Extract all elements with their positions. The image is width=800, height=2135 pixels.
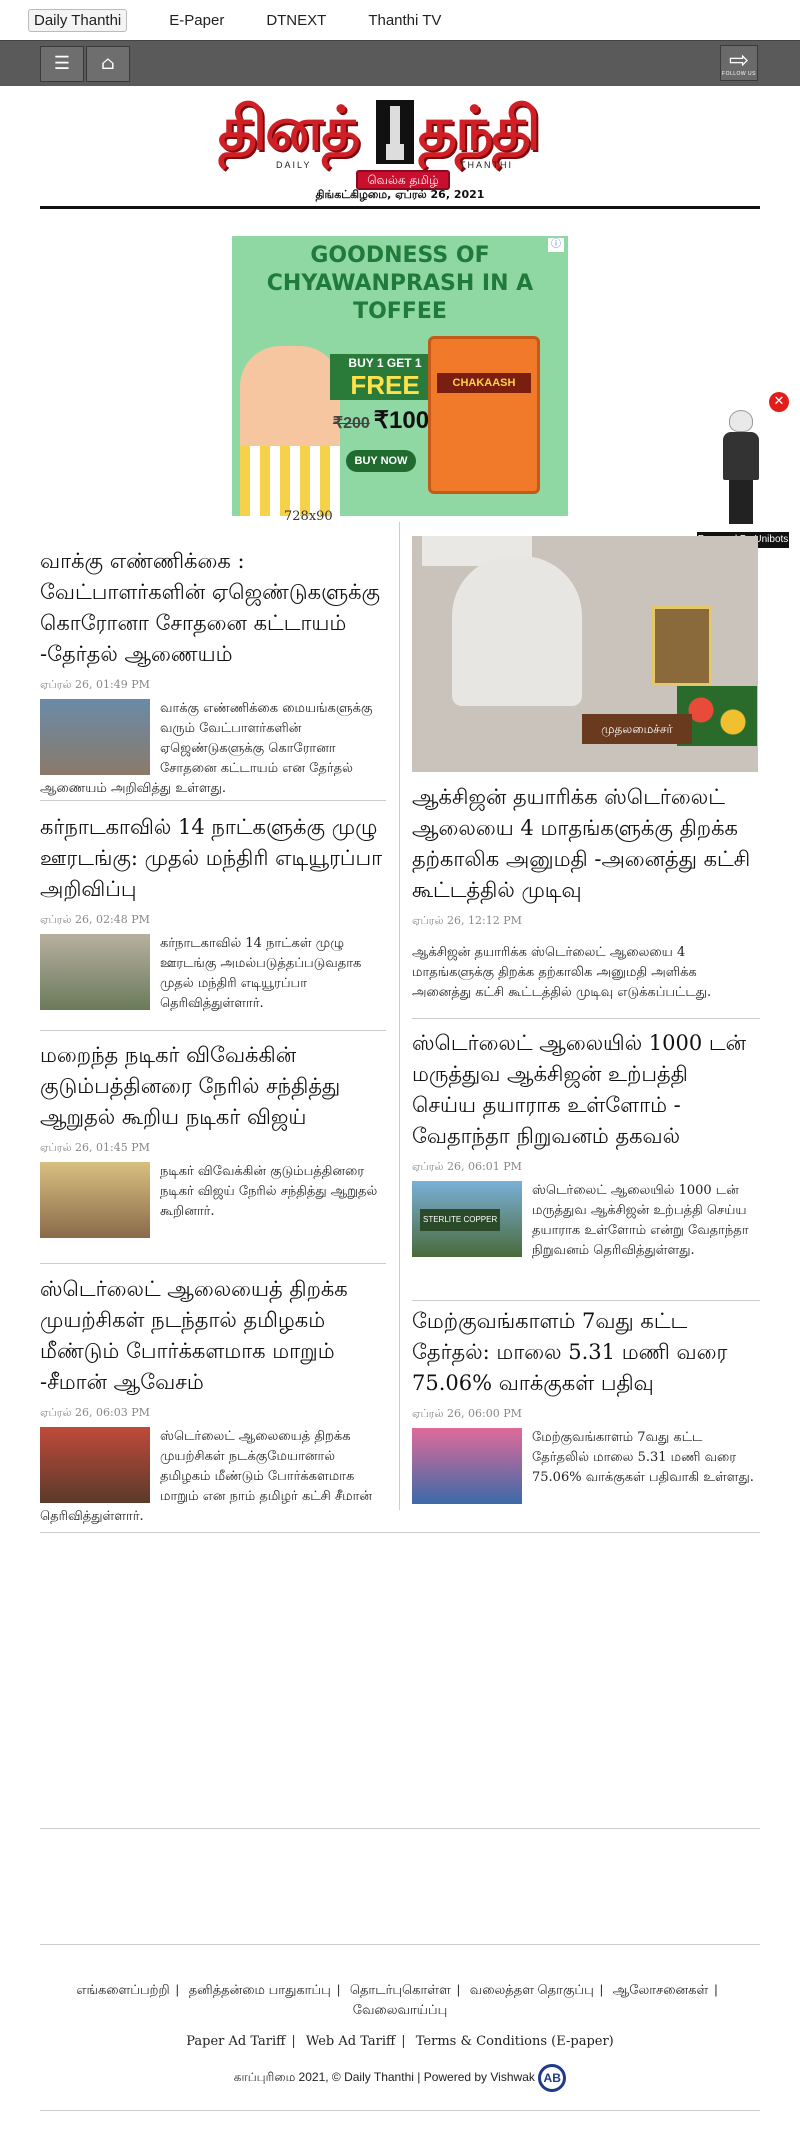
footer-tariff-links: Paper Ad Tariff | Web Ad Tariff | Terms & …	[186, 2034, 614, 2049]
logo-daily: DAILY	[276, 160, 312, 170]
article-snippet: மேற்குவங்காளம் 7வது கட்ட தேர்தலில் மாலை …	[532, 1430, 754, 1485]
article-title[interactable]: ஆக்சிஜன் தயாரிக்க ஸ்டெர்லைட் ஆலையை 4 மாத…	[412, 782, 758, 906]
mascot-image	[721, 410, 761, 528]
home-button[interactable]: ⌂	[86, 45, 130, 82]
logo-text-right: தந்தி	[418, 94, 541, 164]
footer-link-suggestions[interactable]: ஆலோசனைகள்	[613, 1982, 708, 1997]
article-thumbnail[interactable]	[412, 1428, 522, 1504]
article-time: ஏப்ரல் 26, 06:00 PM	[412, 1407, 522, 1420]
section-divider	[40, 1532, 760, 1533]
lead-photo[interactable]: முதலமைச்சர்	[412, 536, 758, 772]
article-time: ஏப்ரல் 26, 01:49 PM	[40, 678, 150, 691]
toolbar: ☰ ⌂ ⇨ FOLLOW US	[0, 40, 800, 86]
person-figure	[452, 556, 582, 706]
article-card[interactable]: கர்நாடகாவில் 14 நாட்களுக்கு முழு ஊரடங்கு…	[40, 812, 386, 1014]
hamburger-icon: ☰	[53, 53, 71, 74]
floating-video-widget[interactable]: ✕ Powered By Unibots	[697, 392, 789, 548]
masthead: தினத் தந்தி DAILY THANTHI வெல்க தமிழ் தி…	[0, 86, 800, 209]
footer-link-terms[interactable]: Terms & Conditions (E-paper)	[416, 2034, 614, 2049]
logo-slogan: வெல்க தமிழ்	[356, 170, 450, 190]
nav-thanthi-tv[interactable]: Thanthi TV	[368, 12, 441, 29]
column-divider	[399, 522, 400, 1510]
follow-us-button[interactable]: ⇨ FOLLOW US	[720, 45, 758, 81]
section-divider	[40, 1944, 760, 1945]
footer-link-careers[interactable]: வேலைவாய்ப்பு	[353, 2002, 448, 2017]
masthead-rule	[40, 206, 760, 209]
article-card[interactable]: மேற்குவங்காளம் 7வது கட்ட தேர்தல்: மாலை 5…	[412, 1306, 758, 1508]
article-separator	[412, 1018, 760, 1019]
article-time: ஏப்ரல் 26, 12:12 PM	[412, 914, 522, 927]
article-thumbnail[interactable]	[40, 934, 150, 1010]
logo-thanthi: THANTHI	[460, 160, 513, 170]
article-snippet: நடிகர் விவேக்கின் குடும்பத்தினரை நடிகர் …	[160, 1164, 378, 1219]
ad-brand: CHAKAASH	[437, 373, 531, 393]
article-title[interactable]: ஸ்டெர்லைட் ஆலையைத் திறக்க முயற்சிகள் நடந…	[40, 1274, 386, 1398]
article-thumbnail[interactable]	[40, 1162, 150, 1238]
menu-button[interactable]: ☰	[40, 45, 84, 82]
footer-link-privacy[interactable]: தனித்தன்மை பாதுகாப்பு	[189, 1982, 331, 1997]
article-card[interactable]: ஸ்டெர்லைட் ஆலையைத் திறக்க முயற்சிகள் நடந…	[40, 1274, 386, 1527]
nav-daily-thanthi[interactable]: Daily Thanthi	[28, 8, 128, 32]
ad-free: FREE	[330, 370, 440, 400]
article-time: ஏப்ரல் 26, 06:01 PM	[412, 1160, 522, 1173]
article-snippet: ஸ்டெர்லைட் ஆலையில் 1000 டன் மருத்துவ ஆக்…	[532, 1183, 749, 1258]
article-title[interactable]: கர்நாடகாவில் 14 நாட்களுக்கு முழு ஊரடங்கு…	[40, 812, 386, 905]
ad-product-image: CHAKAASH	[428, 336, 540, 494]
logo-text-left: தினத்	[218, 94, 360, 164]
article-title[interactable]: மேற்குவங்காளம் 7வது கட்ட தேர்தல்: மாலை 5…	[412, 1306, 758, 1399]
article-separator	[40, 800, 386, 801]
footer-copyright: காப்புரிமை 2021, © Daily Thanthi | Power…	[40, 2064, 760, 2092]
article-separator	[40, 1030, 386, 1031]
article-time: ஏப்ரல் 26, 01:45 PM	[40, 1141, 150, 1154]
advertisement[interactable]: GOODNESS OF CHYAWANPRASH IN A TOFFEE ⓘ B…	[232, 236, 568, 516]
footer-links: எங்களைப்பற்றி | தனித்தன்மை பாதுகாப்பு | தொ…	[76, 1982, 718, 2017]
copyright-text: காப்புரிமை 2021, © Daily Thanthi | Power…	[233, 2070, 535, 2085]
article-card[interactable]: ஸ்டெர்லைட் ஆலையில் 1000 டன் மருத்துவ ஆக்…	[412, 1028, 758, 1261]
follow-label: FOLLOW US	[722, 71, 756, 77]
ad-old-price: ₹200	[332, 415, 370, 432]
article-time: ஏப்ரல் 26, 06:03 PM	[40, 1406, 150, 1419]
ad-size-label: 728x90	[284, 509, 333, 524]
article-thumbnail[interactable]: STERLITE COPPER	[412, 1181, 522, 1257]
footer-link-sitemap[interactable]: வலைத்தள தொகுப்பு	[470, 1982, 594, 1997]
footer-link-about[interactable]: எங்களைப்பற்றி	[76, 1982, 169, 1997]
article-card[interactable]: ஆக்சிஜன் தயாரிக்க ஸ்டெர்லைட் ஆலையை 4 மாத…	[412, 782, 758, 1003]
footer-link-web-ad-tariff[interactable]: Web Ad Tariff	[306, 2034, 395, 2049]
site-logo[interactable]: தினத் தந்தி DAILY THANTHI வெல்க தமிழ்	[218, 94, 580, 190]
home-icon: ⌂	[101, 53, 115, 74]
nav-epaper[interactable]: E-Paper	[169, 12, 224, 29]
thumb-label: STERLITE COPPER	[420, 1209, 501, 1231]
article-time: ஏப்ரல் 26, 02:48 PM	[40, 913, 150, 926]
footer-link-paper-ad-tariff[interactable]: Paper Ad Tariff	[186, 2034, 285, 2049]
article-thumbnail[interactable]	[40, 699, 150, 775]
ad-price: ₹200 ₹100	[316, 406, 446, 435]
article-separator	[40, 1263, 386, 1264]
nav-dtnext[interactable]: DTNEXT	[266, 12, 326, 29]
ad-buy-now-button[interactable]: BUY NOW	[346, 450, 416, 472]
ad-headline: GOODNESS OF CHYAWANPRASH IN A TOFFEE	[266, 243, 534, 324]
date-line: திங்கட்கிழமை, ஏப்ரல் 26, 2021	[315, 188, 485, 201]
article-separator	[412, 1300, 760, 1301]
article-snippet: ஆக்சிஜன் தயாரிக்க ஸ்டெர்லைட் ஆலையை 4 மாத…	[412, 945, 712, 1000]
article-snippet: கர்நாடகாவில் 14 நாட்கள் முழு ஊரடங்கு அமல…	[160, 936, 362, 1011]
article-title[interactable]: வாக்கு எண்ணிக்கை : வேட்பாளர்களின் ஏஜெண்ட…	[40, 546, 386, 670]
article-card[interactable]: வாக்கு எண்ணிக்கை : வேட்பாளர்களின் ஏஜெண்ட…	[40, 546, 386, 799]
nameplate: முதலமைச்சர்	[582, 714, 692, 744]
article-title[interactable]: ஸ்டெர்லைட் ஆலையில் 1000 டன் மருத்துவ ஆக்…	[412, 1028, 758, 1152]
footer-rule	[40, 2110, 760, 2111]
section-divider	[40, 1828, 760, 1829]
top-nav: Daily Thanthi E-Paper DTNEXT Thanthi TV	[0, 0, 800, 40]
vishwak-logo[interactable]: AB	[538, 2064, 567, 2092]
close-icon[interactable]: ✕	[769, 392, 789, 412]
follow-arrow-icon: ⇨	[728, 46, 750, 74]
article-card[interactable]: மறைந்த நடிகர் விவேக்கின் குடும்பத்தினரை …	[40, 1040, 386, 1242]
article-title[interactable]: மறைந்த நடிகர் விவேக்கின் குடும்பத்தினரை …	[40, 1040, 386, 1133]
ad-new-price: ₹100	[373, 407, 430, 434]
article-thumbnail[interactable]	[40, 1427, 150, 1503]
footer-link-contact[interactable]: தொடர்புகொள்ள	[350, 1982, 451, 1997]
ad-choices-icon[interactable]: ⓘ	[548, 238, 564, 252]
portrait-frame	[652, 606, 712, 686]
lighthouse-icon	[376, 100, 414, 164]
